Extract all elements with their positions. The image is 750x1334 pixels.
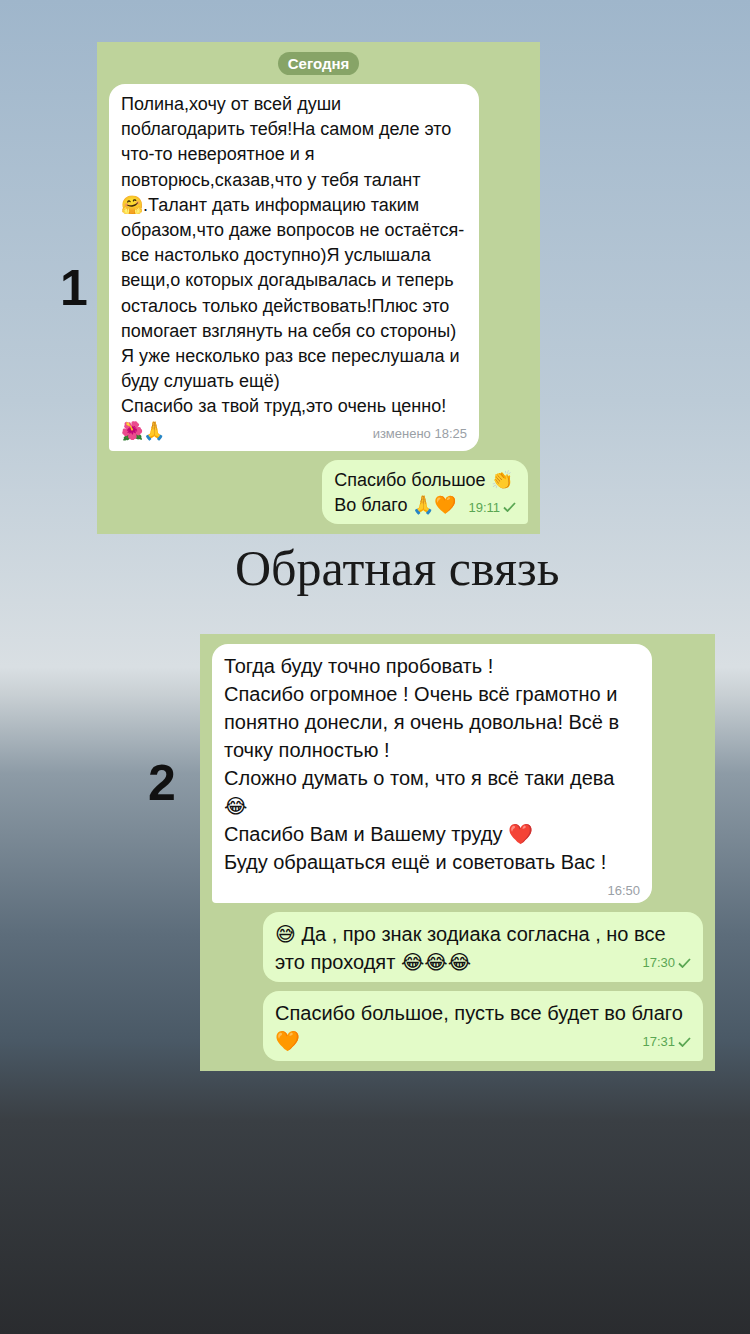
incoming-message: Полина,хочу от всей души поблагодарить т… (109, 84, 479, 451)
chat-number: 1 (60, 263, 97, 313)
outgoing-message: Спасибо большое, пусть все будет во благ… (263, 991, 703, 1061)
chat-number: 2 (148, 758, 200, 948)
incoming-message: Тогда буду точно пробовать ! Спасибо огр… (212, 644, 652, 903)
chat-screenshot: Тогда буду точно пробовать ! Спасибо огр… (200, 634, 715, 1071)
outgoing-message: 😅 Да , про знак зодиака согласна , но вс… (263, 912, 703, 982)
outgoing-message: Спасибо большое 👏 Во благо 🙏🧡19:11 (322, 460, 528, 524)
check-icon (678, 1037, 691, 1047)
date-pill: Сегодня (278, 52, 360, 75)
chat-row: 2Тогда буду точно пробовать ! Спасибо ог… (0, 634, 750, 1071)
message-time: изменено 18:25 (373, 427, 467, 440)
message-time: 16:50 (607, 884, 640, 897)
message-time: 17:30 (642, 956, 691, 969)
story-title: Обратная связь (0, 538, 750, 598)
message-time: 19:11 (468, 501, 516, 514)
chat-row: 1 Сегодня Полина,хочу от всей души поблаго… (0, 42, 750, 534)
chat-screenshot: Сегодня Полина,хочу от всей души поблагод… (97, 42, 540, 534)
message-time: 17:31 (642, 1035, 691, 1048)
check-icon (678, 958, 691, 968)
story: 1 Сегодня Полина,хочу от всей души поблаго… (0, 0, 750, 1334)
check-icon (503, 502, 516, 512)
